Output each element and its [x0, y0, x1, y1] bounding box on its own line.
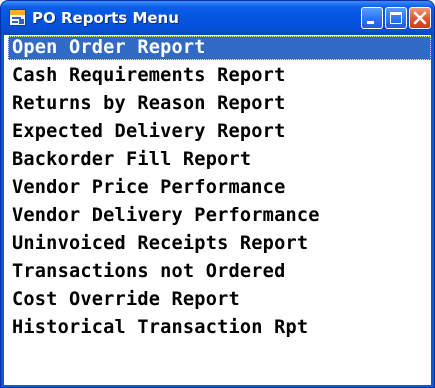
- close-button[interactable]: [409, 7, 431, 29]
- menu-item-cost-override-report[interactable]: Cost Override Report: [8, 288, 431, 312]
- window-title: PO Reports Menu: [32, 9, 179, 27]
- menu-item-backorder-fill-report[interactable]: Backorder Fill Report: [8, 148, 431, 172]
- menu-item-historical-transaction-rpt[interactable]: Historical Transaction Rpt: [8, 316, 431, 340]
- app-icon[interactable]: [9, 9, 26, 26]
- menu-item-vendor-delivery-performance[interactable]: Vendor Delivery Performance: [8, 204, 431, 228]
- report-list-panel: Open Order Report Cash Requirements Repo…: [4, 35, 431, 385]
- menu-item-open-order-report[interactable]: Open Order Report: [8, 36, 431, 60]
- report-menu-list[interactable]: Open Order Report Cash Requirements Repo…: [8, 36, 431, 344]
- minimize-icon: [367, 21, 374, 24]
- menu-item-expected-delivery-report[interactable]: Expected Delivery Report: [8, 120, 431, 144]
- menu-item-returns-by-reason-report[interactable]: Returns by Reason Report: [8, 92, 431, 116]
- menu-item-cash-requirements-report[interactable]: Cash Requirements Report: [8, 64, 431, 88]
- maximize-icon: [390, 12, 402, 24]
- close-icon: [413, 11, 427, 25]
- menu-item-transactions-not-ordered[interactable]: Transactions not Ordered: [8, 260, 431, 284]
- minimize-button[interactable]: [361, 7, 383, 29]
- menu-item-uninvoiced-receipts-report[interactable]: Uninvoiced Receipts Report: [8, 232, 431, 256]
- po-reports-window: PO Reports Menu Open Order Report Cash R…: [0, 0, 435, 388]
- title-bar[interactable]: PO Reports Menu: [1, 1, 434, 35]
- menu-item-vendor-price-performance[interactable]: Vendor Price Performance: [8, 176, 431, 200]
- maximize-button[interactable]: [385, 7, 407, 29]
